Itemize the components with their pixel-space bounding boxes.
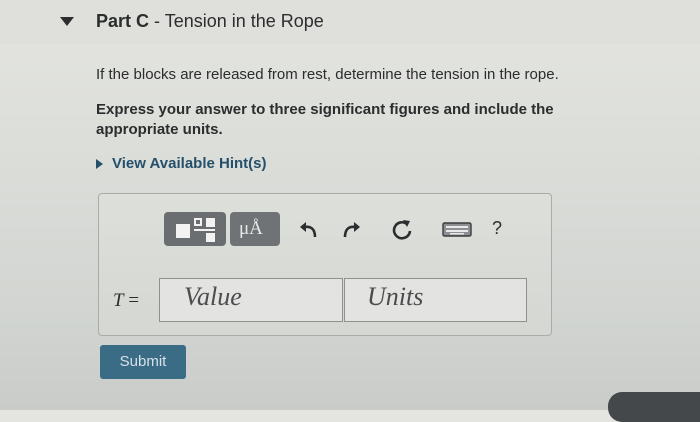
value-input[interactable]: Value	[159, 278, 343, 322]
submit-button[interactable]: Submit	[100, 345, 186, 379]
keyboard-button[interactable]	[439, 212, 475, 246]
answer-instruction: Express your answer to three significant…	[96, 101, 554, 138]
keyboard-icon	[442, 222, 472, 237]
undo-icon	[300, 222, 317, 238]
units-button[interactable]: μÅ	[230, 212, 280, 246]
part-header: Part C - Tension in the Rope	[0, 0, 700, 44]
variable-symbol: T	[113, 290, 124, 311]
collapse-triangle-icon[interactable]	[60, 17, 74, 26]
undo-button[interactable]	[294, 212, 324, 246]
help-icon[interactable]: ?	[492, 218, 502, 239]
reset-icon	[392, 220, 412, 240]
equals-sign: =	[123, 290, 140, 311]
part-label: Part C	[96, 11, 150, 31]
caret-right-icon	[96, 159, 103, 170]
redo-icon	[343, 222, 360, 238]
view-hints-link[interactable]: View Available Hint(s)	[96, 155, 267, 172]
answer-variable-label: T =	[113, 290, 139, 312]
part-title: Part C - Tension in the Rope	[96, 11, 324, 32]
units-input[interactable]: Units	[344, 278, 527, 322]
answer-box: μÅ ? T = Value Units	[98, 193, 552, 336]
corner-overlay	[608, 392, 700, 422]
question-prompt: If the blocks are released from rest, de…	[96, 66, 559, 83]
part-name: Tension in the Rope	[164, 11, 324, 31]
redo-button[interactable]	[336, 212, 366, 246]
math-toolbar: μÅ ?	[162, 210, 512, 250]
part-separator: -	[149, 11, 165, 31]
units-icon: μÅ	[239, 218, 263, 239]
reset-button[interactable]	[387, 212, 417, 246]
view-hints-label: View Available Hint(s)	[112, 155, 267, 172]
templates-button[interactable]	[164, 212, 226, 246]
